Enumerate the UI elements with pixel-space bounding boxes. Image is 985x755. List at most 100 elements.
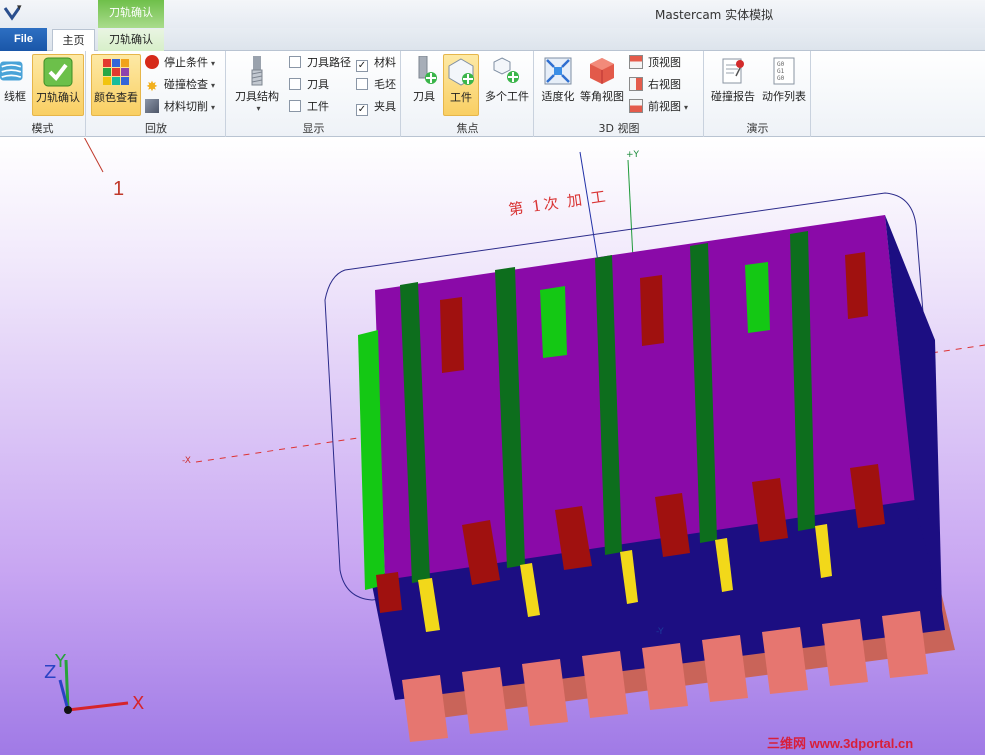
checkbox-fixture-label: 夹具 bbox=[374, 100, 396, 113]
collision-report-label: 碰撞报告 bbox=[711, 90, 755, 103]
isometric-cube-icon bbox=[590, 58, 614, 84]
wireframe-label: 线框 bbox=[4, 90, 26, 103]
collision-check-button[interactable]: ✸ 碰撞检查 ▾ bbox=[145, 75, 215, 95]
watermark: 三维网 www.3dportal.cn bbox=[767, 736, 914, 751]
ribbon-tabs: File 主页 刀轨确认 bbox=[0, 28, 985, 52]
focus-workpiece-button[interactable]: 工件 bbox=[443, 54, 479, 116]
chevron-down-icon: ▾ bbox=[211, 59, 216, 68]
context-tab-group-header: 刀轨确认 bbox=[98, 0, 164, 28]
gcode-list-icon: G0 G1 G0 bbox=[773, 57, 795, 85]
triad-label-y: Y bbox=[55, 651, 66, 672]
collision-burst-icon: ✸ bbox=[146, 79, 158, 95]
checkbox-toolpath-label: 刀具路径 bbox=[307, 56, 351, 69]
stop-condition-button[interactable]: 停止条件 ▾ bbox=[145, 53, 215, 73]
collision-report-button[interactable]: 碰撞报告 bbox=[708, 54, 758, 116]
axis-label-minus-y: -Y bbox=[656, 627, 664, 637]
top-view-label: 顶视图 bbox=[648, 56, 681, 69]
endmill-icon bbox=[251, 56, 263, 86]
top-view-cube-icon bbox=[629, 55, 643, 69]
action-list-button[interactable]: G0 G1 G0 动作列表 bbox=[759, 54, 809, 116]
svg-text:G0: G0 bbox=[777, 75, 785, 82]
axis-triad bbox=[58, 659, 129, 714]
checkbox-box[interactable] bbox=[289, 78, 301, 90]
group-focus: 刀具 工件 多个工件 焦点 bbox=[402, 51, 534, 137]
fit-view-icon bbox=[544, 57, 572, 85]
axis-label-plus-y: +Y bbox=[626, 150, 640, 160]
checkbox-box[interactable] bbox=[356, 78, 368, 90]
front-view-button[interactable]: 前视图 ▾ bbox=[629, 97, 688, 117]
checkbox-material[interactable]: ✓ 材料 bbox=[356, 53, 396, 73]
checkbox-checked[interactable]: ✓ bbox=[356, 104, 368, 116]
focus-tool-button[interactable]: 刀具 bbox=[406, 54, 442, 116]
focus-workpiece-label: 工件 bbox=[450, 91, 472, 104]
annotation-number: 1 bbox=[113, 178, 125, 200]
checkbox-blank[interactable]: 毛坯 bbox=[356, 75, 396, 95]
report-pin-icon bbox=[722, 58, 744, 84]
top-view-button[interactable]: 顶视图 bbox=[629, 53, 681, 73]
stock-cut-label: 材料切削 bbox=[164, 100, 208, 113]
group-label-3d-view: 3D 视图 bbox=[598, 122, 640, 135]
checkbox-toolpath[interactable]: 刀具路径 bbox=[289, 53, 351, 73]
window-title: Mastercam 实体模拟 bbox=[655, 8, 774, 22]
group-label-display: 显示 bbox=[302, 122, 325, 135]
svg-text:G0: G0 bbox=[777, 61, 785, 68]
tool-structure-button[interactable]: 刀具结构 ▾ bbox=[230, 54, 284, 116]
right-view-button[interactable]: 右视图 bbox=[629, 75, 681, 95]
simulation-scene bbox=[58, 138, 985, 742]
isometric-view-button[interactable]: 等角视图 bbox=[579, 54, 625, 116]
stock-block-icon bbox=[145, 99, 159, 113]
ribbon: 线框 刀轨确认 模式 颜色查看 停止条件 ▾ ✸ 碰撞检查 ▾ 材料切削 ▾ 回… bbox=[0, 51, 985, 137]
tab-file[interactable]: File bbox=[0, 28, 47, 51]
front-view-label: 前视图 bbox=[648, 100, 681, 113]
tool-structure-label: 刀具结构 bbox=[235, 90, 279, 103]
checkbox-blank-label: 毛坯 bbox=[374, 78, 396, 91]
title-bar: ▾ 刀轨确认 Mastercam 实体模拟 bbox=[0, 0, 985, 28]
group-label-mode: 模式 bbox=[31, 122, 54, 135]
svg-text:G1: G1 bbox=[777, 68, 785, 75]
checkbox-checked[interactable]: ✓ bbox=[356, 60, 368, 72]
checkbox-box[interactable] bbox=[289, 56, 301, 68]
group-label-playback: 回放 bbox=[145, 122, 167, 135]
group-3d-view: 适度化 等角视图 顶视图 右视图 前视图 ▾ 3D 视图 bbox=[535, 51, 704, 137]
checkbox-tool-label: 刀具 bbox=[307, 78, 329, 91]
checkbox-box[interactable] bbox=[289, 100, 301, 112]
tab-toolpath-confirm[interactable]: 刀轨确认 bbox=[98, 29, 164, 51]
tab-home[interactable]: 主页 bbox=[52, 29, 95, 52]
chevron-down-icon: ▾ bbox=[684, 103, 689, 112]
group-demo: 碰撞报告 G0 G1 G0 动作列表 演示 bbox=[705, 51, 811, 137]
tool-focus-icon bbox=[418, 56, 437, 84]
focus-tool-label: 刀具 bbox=[413, 90, 435, 103]
simulation-viewport[interactable]: 1 第 1次 加 工 +Y -Y -X Z Y X 三维网 www.3dport… bbox=[0, 138, 985, 755]
front-view-cube-icon bbox=[629, 99, 643, 113]
stock-cut-button[interactable]: 材料切削 ▾ bbox=[145, 97, 215, 117]
wireframe-button[interactable]: 线框 bbox=[0, 54, 30, 116]
chevron-down-icon: ▾ bbox=[211, 103, 216, 112]
stop-icon bbox=[145, 55, 159, 69]
checkbox-workpiece[interactable]: 工件 bbox=[289, 97, 329, 117]
wireframe-icon bbox=[0, 61, 23, 81]
chevron-down-icon: ▾ bbox=[256, 104, 261, 113]
group-mode: 线框 刀轨确认 模式 bbox=[0, 51, 86, 137]
chevron-down-icon: ▾ bbox=[211, 81, 216, 90]
stop-condition-label: 停止条件 bbox=[164, 56, 208, 69]
toolpath-confirm-button[interactable]: 刀轨确认 bbox=[32, 54, 84, 116]
fit-view-button[interactable]: 适度化 bbox=[538, 54, 578, 116]
checkbox-tool[interactable]: 刀具 bbox=[289, 75, 329, 95]
checkbox-fixture[interactable]: ✓ 夹具 bbox=[356, 97, 396, 117]
focus-multi-workpiece-button[interactable]: 多个工件 bbox=[482, 54, 532, 116]
quick-access-dropdown-icon[interactable]: ▾ bbox=[17, 3, 22, 13]
checkmark-icon bbox=[43, 57, 73, 87]
group-playback: 颜色查看 停止条件 ▾ ✸ 碰撞检查 ▾ 材料切削 ▾ 回放 bbox=[87, 51, 226, 137]
workpiece-focus-icon bbox=[448, 58, 474, 86]
color-view-button[interactable]: 颜色查看 bbox=[91, 54, 141, 116]
color-view-label: 颜色查看 bbox=[94, 91, 138, 104]
annotation-leader-line bbox=[84, 138, 104, 173]
triad-label-x: X bbox=[132, 693, 145, 714]
color-grid-icon bbox=[103, 59, 129, 85]
axis-label-minus-x: -X bbox=[182, 456, 191, 466]
checkbox-material-label: 材料 bbox=[374, 56, 396, 69]
isometric-view-label: 等角视图 bbox=[580, 90, 624, 103]
collision-check-label: 碰撞检查 bbox=[164, 78, 208, 91]
group-label-focus: 焦点 bbox=[456, 122, 479, 135]
fit-view-label: 适度化 bbox=[541, 90, 575, 103]
